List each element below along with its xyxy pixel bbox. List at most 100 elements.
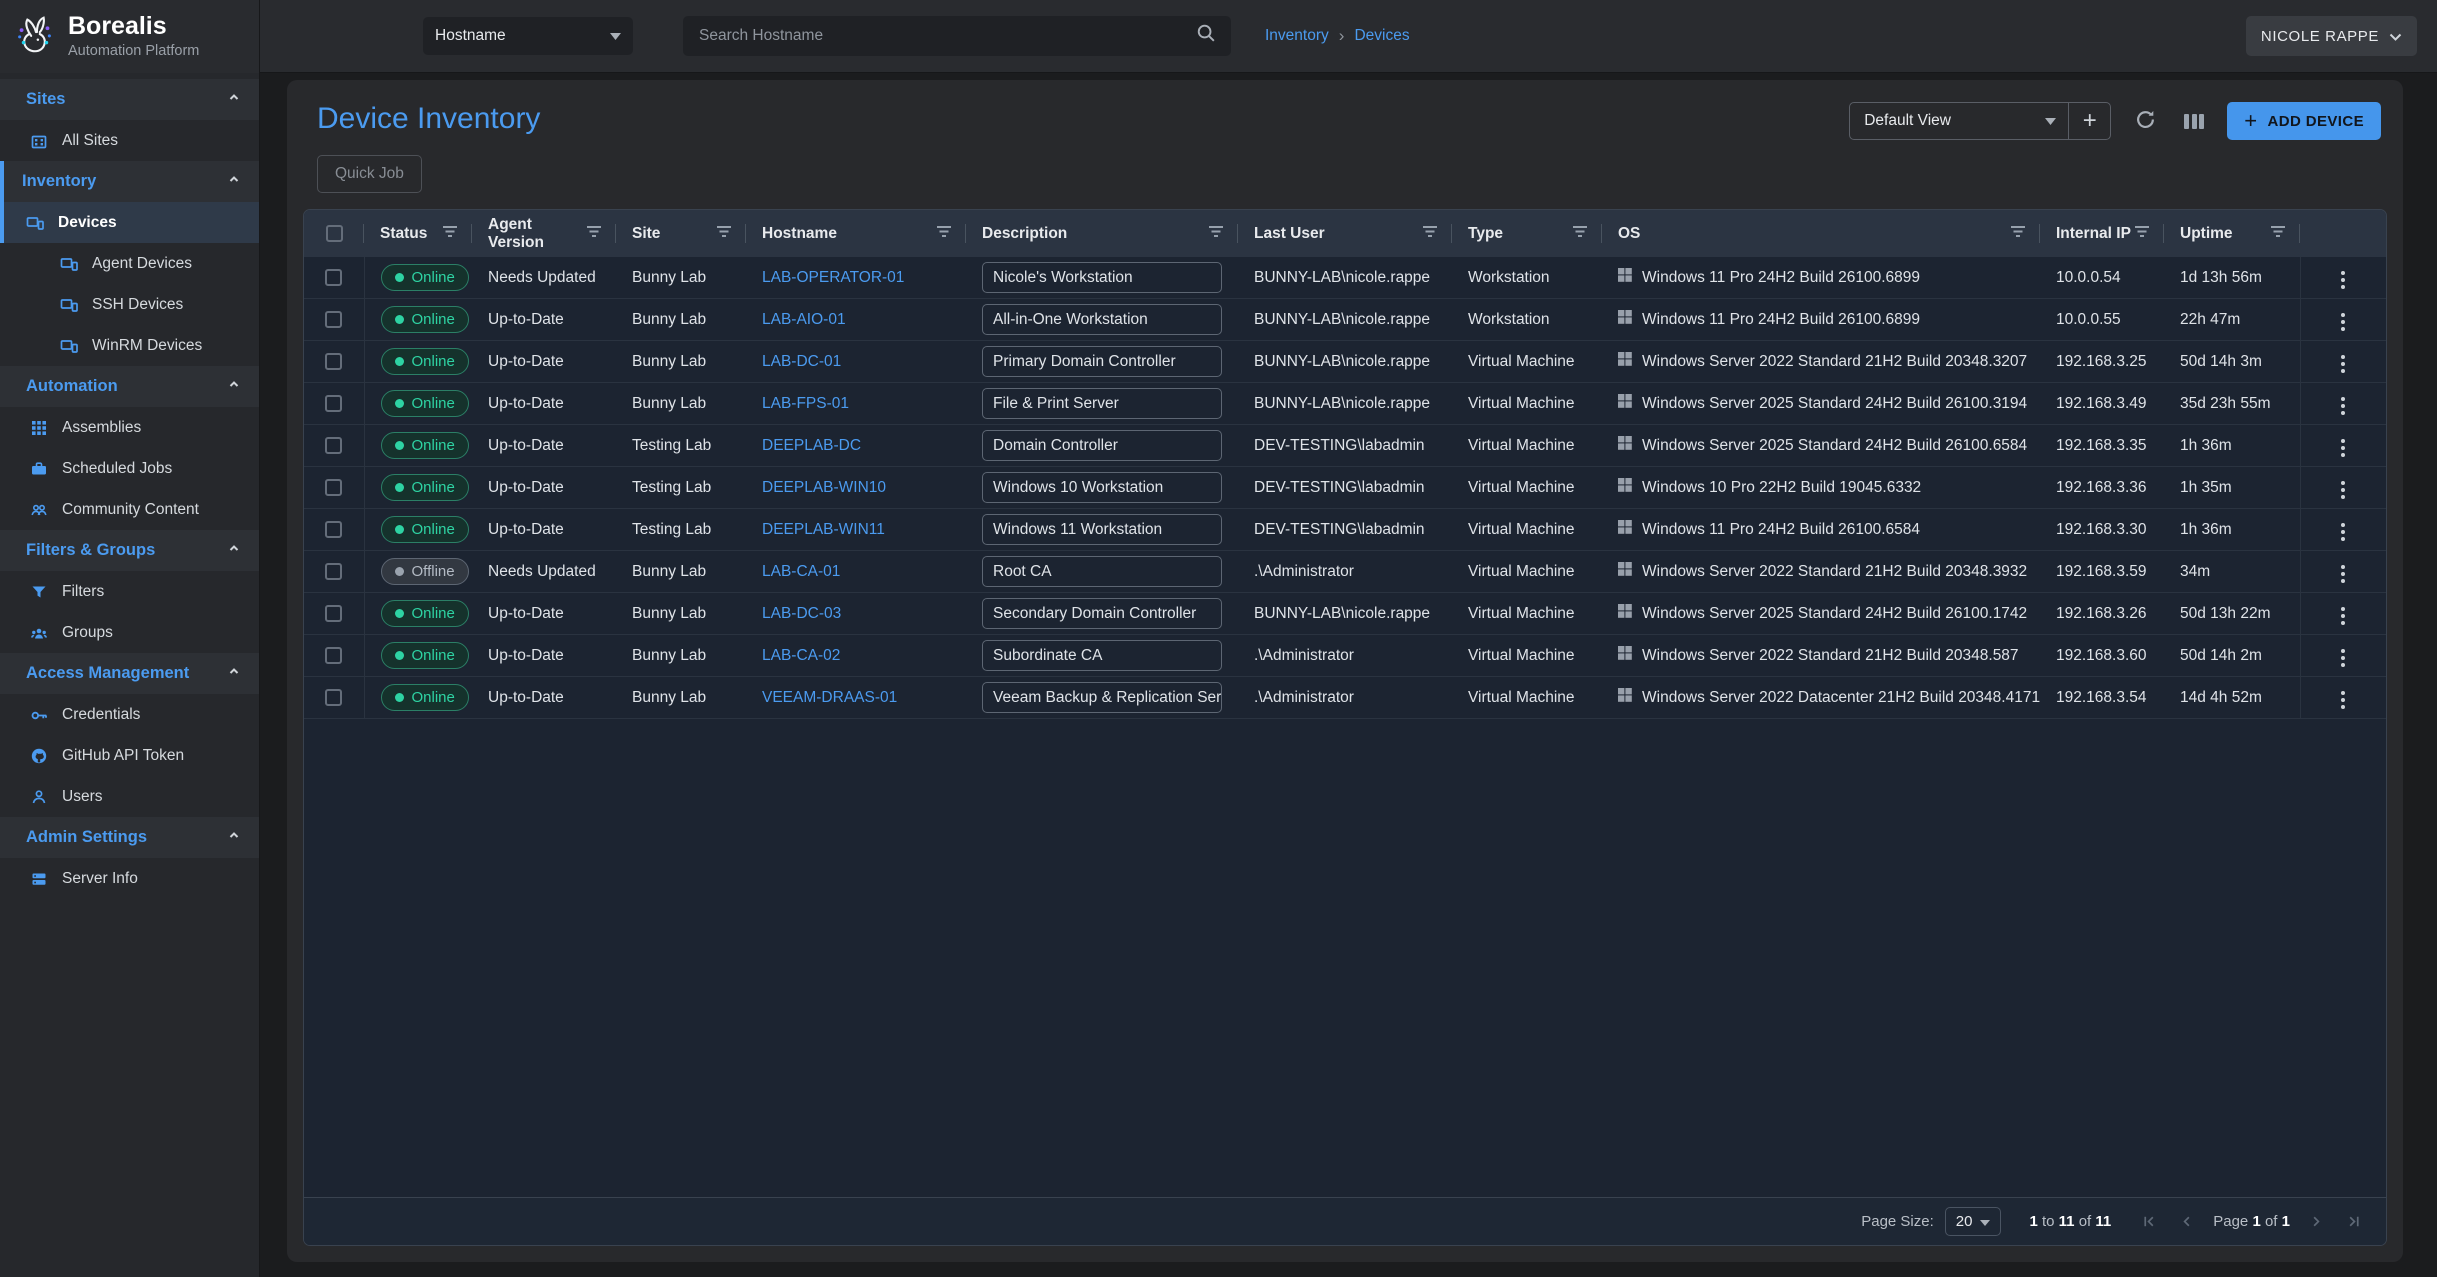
description-input[interactable]: Domain Controller — [982, 430, 1222, 461]
row-actions-kebab-icon[interactable] — [2333, 603, 2353, 629]
filter-icon[interactable] — [937, 225, 952, 243]
filter-icon[interactable] — [2271, 225, 2286, 243]
row-actions-kebab-icon[interactable] — [2333, 687, 2353, 713]
sidebar-item-scheduled-jobs[interactable]: Scheduled Jobs — [0, 448, 259, 489]
row-checkbox[interactable] — [325, 395, 342, 412]
first-page-button[interactable] — [2139, 1211, 2160, 1232]
description-input[interactable]: Secondary Domain Controller — [982, 598, 1222, 629]
filter-icon[interactable] — [717, 225, 732, 243]
prev-page-button[interactable] — [2176, 1211, 2197, 1232]
sidebar-item-credentials[interactable]: Credentials — [0, 694, 259, 735]
search-icon[interactable] — [1196, 23, 1217, 49]
sidebar-item-groups[interactable]: Groups — [0, 612, 259, 653]
description-input[interactable]: Windows 10 Workstation — [982, 472, 1222, 503]
row-actions-kebab-icon[interactable] — [2333, 645, 2353, 671]
table-row[interactable]: Online Up-to-Date Testing Lab DEEPLAB-WI… — [304, 467, 2386, 509]
sidebar-item-devices[interactable]: Devices — [0, 202, 259, 243]
filter-icon[interactable] — [2135, 225, 2150, 243]
row-checkbox[interactable] — [325, 521, 342, 538]
row-checkbox[interactable] — [325, 689, 342, 706]
breadcrumb-devices[interactable]: Devices — [1354, 27, 1409, 45]
hostname-link[interactable]: LAB-AIO-01 — [762, 311, 846, 328]
search-box[interactable] — [683, 16, 1231, 56]
select-all-checkbox[interactable] — [326, 225, 343, 242]
columns-button[interactable] — [2180, 110, 2208, 133]
hostname-link[interactable]: LAB-DC-03 — [762, 605, 841, 622]
sidebar-item-ssh-devices[interactable]: SSH Devices — [0, 284, 259, 325]
sidebar-section-inventory[interactable]: Inventory — [0, 161, 259, 202]
row-checkbox[interactable] — [325, 647, 342, 664]
table-row[interactable]: Online Up-to-Date Bunny Lab LAB-AIO-01 A… — [304, 299, 2386, 341]
page-size-select[interactable]: 20 — [1945, 1207, 2002, 1236]
row-checkbox[interactable] — [325, 605, 342, 622]
filter-icon[interactable] — [443, 225, 458, 243]
breadcrumb-inventory[interactable]: Inventory — [1265, 27, 1329, 45]
filter-icon[interactable] — [587, 225, 602, 243]
table-row[interactable]: Online Up-to-Date Bunny Lab VEEAM-DRAAS-… — [304, 677, 2386, 719]
table-row[interactable]: Online Up-to-Date Testing Lab DEEPLAB-DC… — [304, 425, 2386, 467]
hostname-link[interactable]: VEEAM-DRAAS-01 — [762, 689, 897, 706]
table-row[interactable]: Online Up-to-Date Bunny Lab LAB-DC-01 Pr… — [304, 341, 2386, 383]
sidebar-section-filters-groups[interactable]: Filters & Groups — [0, 530, 259, 571]
row-checkbox[interactable] — [325, 437, 342, 454]
quick-job-button[interactable]: Quick Job — [317, 155, 422, 193]
add-device-button[interactable]: + ADD DEVICE — [2227, 102, 2381, 140]
description-input[interactable]: Root CA — [982, 556, 1222, 587]
search-input[interactable] — [697, 26, 1196, 46]
sidebar-item-all-sites[interactable]: All Sites — [0, 120, 259, 161]
sidebar-section-sites[interactable]: Sites — [0, 79, 259, 120]
row-checkbox[interactable] — [325, 479, 342, 496]
add-view-button[interactable]: + — [2068, 103, 2110, 139]
sidebar-item-github-api-token[interactable]: GitHub API Token — [0, 735, 259, 776]
hostname-link[interactable]: LAB-FPS-01 — [762, 395, 849, 412]
row-checkbox[interactable] — [325, 563, 342, 580]
sidebar-section-automation[interactable]: Automation — [0, 366, 259, 407]
row-actions-kebab-icon[interactable] — [2333, 393, 2353, 419]
row-actions-kebab-icon[interactable] — [2333, 519, 2353, 545]
hostname-link[interactable]: DEEPLAB-WIN10 — [762, 479, 886, 496]
sidebar-item-community-content[interactable]: Community Content — [0, 489, 259, 530]
sidebar-item-users[interactable]: Users — [0, 776, 259, 817]
description-input[interactable]: Windows 11 Workstation — [982, 514, 1222, 545]
description-input[interactable]: Subordinate CA — [982, 640, 1222, 671]
next-page-button[interactable] — [2306, 1211, 2327, 1232]
user-menu-button[interactable]: NICOLE RAPPE — [2246, 16, 2417, 56]
description-input[interactable]: Nicole's Workstation — [982, 262, 1222, 293]
sidebar-item-filters[interactable]: Filters — [0, 571, 259, 612]
description-input[interactable]: All-in-One Workstation — [982, 304, 1222, 335]
sidebar-section-access-management[interactable]: Access Management — [0, 653, 259, 694]
search-field-select[interactable]: Hostname — [423, 17, 633, 55]
description-input[interactable]: Primary Domain Controller — [982, 346, 1222, 377]
table-row[interactable]: Online Up-to-Date Bunny Lab LAB-FPS-01 F… — [304, 383, 2386, 425]
hostname-link[interactable]: LAB-CA-02 — [762, 647, 840, 664]
table-row[interactable]: Online Up-to-Date Bunny Lab LAB-CA-02 Su… — [304, 635, 2386, 677]
sidebar-item-winrm-devices[interactable]: WinRM Devices — [0, 325, 259, 366]
description-input[interactable]: Veeam Backup & Replication Ser ... — [982, 682, 1222, 713]
hostname-link[interactable]: LAB-CA-01 — [762, 563, 840, 580]
row-actions-kebab-icon[interactable] — [2333, 561, 2353, 587]
table-row[interactable]: Online Up-to-Date Bunny Lab LAB-DC-03 Se… — [304, 593, 2386, 635]
refresh-button[interactable] — [2130, 104, 2161, 138]
row-actions-kebab-icon[interactable] — [2333, 435, 2353, 461]
table-row[interactable]: Offline Needs Updated Bunny Lab LAB-CA-0… — [304, 551, 2386, 593]
hostname-link[interactable]: LAB-DC-01 — [762, 353, 841, 370]
hostname-link[interactable]: DEEPLAB-DC — [762, 437, 861, 454]
sidebar-item-agent-devices[interactable]: Agent Devices — [0, 243, 259, 284]
row-checkbox[interactable] — [325, 353, 342, 370]
description-input[interactable]: File & Print Server — [982, 388, 1222, 419]
filter-icon[interactable] — [1573, 225, 1588, 243]
last-page-button[interactable] — [2343, 1211, 2364, 1232]
filter-icon[interactable] — [2011, 225, 2026, 243]
sidebar-section-admin-settings[interactable]: Admin Settings — [0, 817, 259, 858]
filter-icon[interactable] — [1423, 225, 1438, 243]
view-selector[interactable]: Default View — [1850, 103, 2068, 139]
row-actions-kebab-icon[interactable] — [2333, 351, 2353, 377]
sidebar-item-assemblies[interactable]: Assemblies — [0, 407, 259, 448]
row-checkbox[interactable] — [325, 269, 342, 286]
row-checkbox[interactable] — [325, 311, 342, 328]
table-row[interactable]: Online Needs Updated Bunny Lab LAB-OPERA… — [304, 257, 2386, 299]
row-actions-kebab-icon[interactable] — [2333, 309, 2353, 335]
row-actions-kebab-icon[interactable] — [2333, 267, 2353, 293]
row-actions-kebab-icon[interactable] — [2333, 477, 2353, 503]
filter-icon[interactable] — [1209, 225, 1224, 243]
